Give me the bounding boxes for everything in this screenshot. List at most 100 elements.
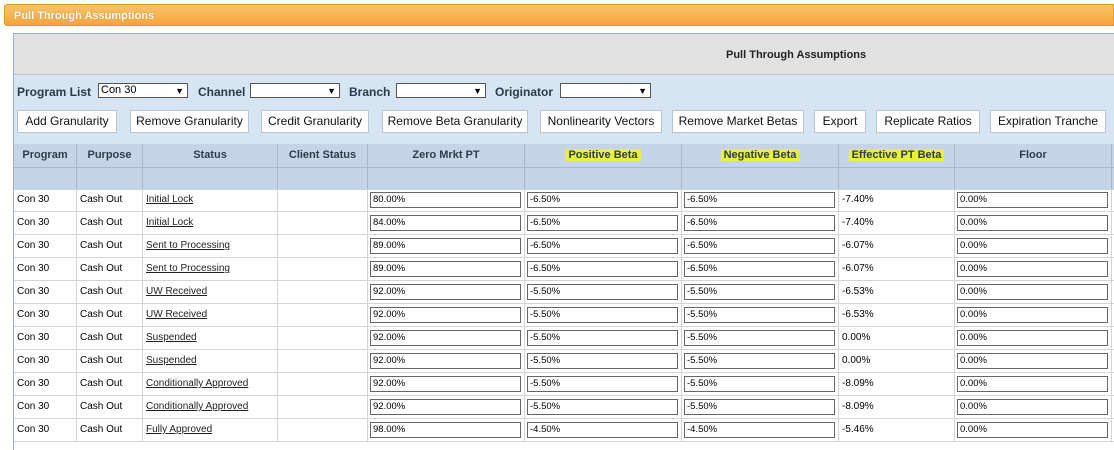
negative-beta-input[interactable]: -6.50% [684, 192, 835, 208]
zero-mrkt-pt-input[interactable]: 92.00% [370, 307, 521, 323]
filter-cell [525, 168, 682, 190]
floor-input[interactable]: 0.00% [957, 422, 1108, 438]
floor-input[interactable]: 0.00% [957, 284, 1108, 300]
program-list-select[interactable]: Con 30 ▼ [98, 83, 188, 98]
negative-beta-input[interactable]: -5.50% [684, 353, 835, 369]
zero-mrkt-pt-input[interactable]: 89.00% [370, 261, 521, 277]
positive-beta-input[interactable]: -5.50% [527, 284, 678, 300]
col-zero-mrkt-pt[interactable]: Zero Mrkt PT [368, 144, 525, 167]
channel-select[interactable]: ▼ [250, 83, 340, 98]
credit-granularity-button[interactable]: Credit Granularity [261, 110, 369, 133]
col-purpose[interactable]: Purpose [77, 144, 143, 167]
col-effective-pt-beta[interactable]: Effective PT Beta [839, 144, 955, 167]
positive-beta-cell: -5.50% [525, 373, 682, 396]
zero-mrkt-pt-input[interactable]: 92.00% [370, 284, 521, 300]
status-link[interactable]: Initial Lock [146, 217, 193, 228]
status-link[interactable]: Conditionally Approved [146, 378, 248, 389]
negative-beta-input[interactable]: -5.50% [684, 399, 835, 415]
negative-beta-input[interactable]: -6.50% [684, 261, 835, 277]
add-granularity-button[interactable]: Add Granularity [17, 110, 117, 133]
window-title: Pull Through Assumptions [14, 10, 155, 22]
positive-beta-input[interactable]: -6.50% [527, 215, 678, 231]
remove-granularity-button[interactable]: Remove Granularity [130, 110, 249, 133]
positive-beta-cell: -4.50% [525, 419, 682, 442]
floor-input[interactable]: 0.00% [957, 353, 1108, 369]
zero-mrkt-pt-input[interactable]: 84.00% [370, 215, 521, 231]
positive-beta-input[interactable]: -5.50% [527, 307, 678, 323]
col-positive-beta[interactable]: Positive Beta [525, 144, 682, 167]
positive-beta-input[interactable]: -5.50% [527, 353, 678, 369]
negative-beta-input[interactable]: -5.50% [684, 284, 835, 300]
status-link[interactable]: Sent to Processing [146, 240, 230, 251]
zero-mrkt-pt-input[interactable]: 92.00% [370, 330, 521, 346]
zero-mrkt-pt-input[interactable]: 92.00% [370, 376, 521, 392]
status-link[interactable]: Conditionally Approved [146, 401, 248, 412]
branch-select[interactable]: ▼ [396, 83, 486, 98]
positive-beta-input[interactable]: -4.50% [527, 422, 678, 438]
zero-mrkt-pt-input[interactable]: 98.00% [370, 422, 521, 438]
floor-input[interactable]: 0.00% [957, 261, 1108, 277]
floor-input[interactable]: 0.00% [957, 399, 1108, 415]
status-link[interactable]: Suspended [146, 332, 197, 343]
negative-beta-input[interactable]: -4.50% [684, 422, 835, 438]
status-link[interactable]: Fully Approved [146, 424, 212, 435]
positive-beta-input[interactable]: -5.50% [527, 376, 678, 392]
export-button[interactable]: Export [814, 110, 866, 133]
remove-market-betas-button[interactable]: Remove Market Betas [672, 110, 804, 133]
zero-mrkt-pt-input[interactable]: 92.00% [370, 399, 521, 415]
chevron-down-icon: ▼ [473, 86, 482, 96]
replicate-ratios-button[interactable]: Replicate Ratios [876, 110, 980, 133]
negative-beta-input[interactable]: -5.50% [684, 307, 835, 323]
col-program[interactable]: Program [14, 144, 77, 167]
negative-beta-cell: -6.50% [682, 212, 839, 235]
positive-beta-input[interactable]: -5.50% [527, 330, 678, 346]
status-link[interactable]: Suspended [146, 355, 197, 366]
program-cell: Con 30 [14, 350, 77, 373]
col-client-status[interactable]: Client Status [278, 144, 368, 167]
status-cell: Sent to Processing [143, 235, 278, 258]
table-row: Con 30 Cash Out UW Received 92.00% -5.50% -5.… [14, 304, 1114, 327]
client-status-cell [278, 327, 368, 350]
program-cell: Con 30 [14, 281, 77, 304]
purpose-cell: Cash Out [77, 327, 143, 350]
program-cell: Con 30 [14, 373, 77, 396]
negative-beta-input[interactable]: -6.50% [684, 238, 835, 254]
status-cell: Initial Lock [143, 212, 278, 235]
negative-beta-input[interactable]: -6.50% [684, 215, 835, 231]
zero-mrkt-pt-cell: 92.00% [368, 304, 525, 327]
floor-cell: 0.00% [955, 281, 1112, 304]
zero-mrkt-pt-input[interactable]: 89.00% [370, 238, 521, 254]
nonlinearity-vectors-button[interactable]: Nonlinearity Vectors [540, 110, 662, 133]
zero-mrkt-pt-input[interactable]: 92.00% [370, 353, 521, 369]
status-link[interactable]: UW Received [146, 286, 207, 297]
zero-mrkt-pt-input[interactable]: 80.00% [370, 192, 521, 208]
status-link[interactable]: Sent to Processing [146, 263, 230, 274]
floor-input[interactable]: 0.00% [957, 330, 1108, 346]
remove-beta-granularity-button[interactable]: Remove Beta Granularity [382, 110, 528, 133]
positive-beta-input[interactable]: -6.50% [527, 192, 678, 208]
positive-beta-input[interactable]: -6.50% [527, 261, 678, 277]
purpose-cell: Cash Out [77, 396, 143, 419]
program-cell: Con 30 [14, 212, 77, 235]
positive-beta-input[interactable]: -5.50% [527, 399, 678, 415]
expiration-tranche-button[interactable]: Expiration Tranche [990, 110, 1106, 133]
table-row: Con 30 Cash Out Suspended 92.00% -5.50% -5.50… [14, 350, 1114, 373]
positive-beta-input[interactable]: -6.50% [527, 238, 678, 254]
negative-beta-input[interactable]: -5.50% [684, 376, 835, 392]
table-row: Con 30 Cash Out Conditionally Approved 92.0… [14, 373, 1114, 396]
negative-beta-cell: -4.50% [682, 419, 839, 442]
originator-select[interactable]: ▼ [560, 83, 651, 98]
floor-input[interactable]: 0.00% [957, 376, 1108, 392]
floor-input[interactable]: 0.00% [957, 192, 1108, 208]
floor-input[interactable]: 0.00% [957, 307, 1108, 323]
status-link[interactable]: UW Received [146, 309, 207, 320]
floor-input[interactable]: 0.00% [957, 238, 1108, 254]
effective-pt-beta-cell: -6.07% [839, 258, 955, 281]
status-link[interactable]: Initial Lock [146, 194, 193, 205]
col-status[interactable]: Status [143, 144, 278, 167]
floor-input[interactable]: 0.00% [957, 215, 1108, 231]
negative-beta-input[interactable]: -5.50% [684, 330, 835, 346]
col-negative-beta[interactable]: Negative Beta [682, 144, 839, 167]
col-floor[interactable]: Floor [955, 144, 1112, 167]
status-cell: Conditionally Approved [143, 373, 278, 396]
